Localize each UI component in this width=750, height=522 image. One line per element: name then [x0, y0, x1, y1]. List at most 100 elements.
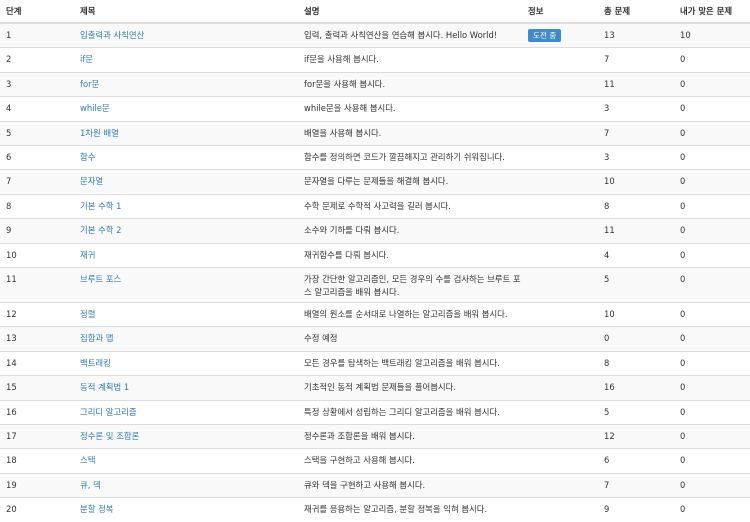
step-number: 8	[0, 193, 74, 219]
step-title-link[interactable]: 입출력과 사칙연산	[80, 30, 144, 40]
step-title-link[interactable]: 백트래킹	[80, 358, 111, 368]
step-info-cell	[522, 266, 598, 303]
table-row: 8 기본 수학 1 수학 문제로 수학적 사고력을 길러 봅시다. 8 0	[0, 193, 750, 219]
step-description: 수정 예정	[298, 326, 522, 352]
total-problems: 3	[598, 144, 674, 170]
step-title-link[interactable]: 브루트 포스	[80, 274, 121, 284]
step-title-link[interactable]: 분할 정복	[80, 504, 113, 514]
step-title-link[interactable]: 집합과 맵	[80, 333, 113, 343]
step-title-cell: 기본 수학 2	[74, 218, 298, 244]
total-problems: 5	[598, 266, 674, 303]
total-problems: 4	[598, 242, 674, 268]
step-title-cell: 동적 계획법 1	[74, 375, 298, 401]
step-number: 4	[0, 96, 74, 122]
header-desc: 설명	[298, 0, 522, 24]
table-row: 6 함수 함수를 정의하면 코드가 깔끔해지고 관리하기 쉬워집니다. 3 0	[0, 144, 750, 170]
step-number: 3	[0, 71, 74, 97]
step-description: 소수와 기하를 다뤄 봅시다.	[298, 218, 522, 244]
total-problems: 8	[598, 193, 674, 219]
step-title-cell: 그리디 알고리즘	[74, 399, 298, 425]
step-info-cell	[522, 218, 598, 244]
step-info-cell	[522, 96, 598, 122]
step-number: 20	[0, 497, 74, 522]
step-title-cell: 브루트 포스	[74, 266, 298, 303]
step-title-cell: 문자열	[74, 169, 298, 195]
total-problems: 9	[598, 497, 674, 522]
step-number: 6	[0, 144, 74, 170]
step-table: 단계 제목 설명 정보 총 문제 내가 맞은 문제 1 입출력과 사칙연산 입력, …	[0, 0, 750, 522]
step-title-link[interactable]: 그리디 알고리즘	[80, 407, 137, 417]
step-title-cell: 스택	[74, 448, 298, 474]
step-info-cell	[522, 448, 598, 474]
step-title-link[interactable]: 동적 계획법 1	[80, 382, 129, 392]
step-title-cell: for문	[74, 71, 298, 97]
header-row: 단계 제목 설명 정보 총 문제 내가 맞은 문제	[0, 0, 750, 24]
table-row: 17 정수론 및 조합론 정수론과 조합론을 배워 봅시다. 12 0	[0, 424, 750, 449]
step-info-cell	[522, 242, 598, 268]
step-title-link[interactable]: 재귀	[80, 250, 95, 260]
table-row: 10 재귀 재귀함수를 다뤄 봅시다. 4 0	[0, 242, 750, 268]
challenge-status-button[interactable]: 도전 중	[528, 29, 562, 42]
step-info-cell: 도전 중	[522, 22, 598, 48]
step-title-link[interactable]: 기본 수학 1	[80, 201, 121, 211]
step-title-link[interactable]: 1차원 배열	[80, 128, 119, 138]
header-info: 정보	[522, 0, 598, 24]
step-title-link[interactable]: 정수론 및 조합론	[80, 431, 139, 441]
total-problems: 3	[598, 96, 674, 122]
header-total: 총 문제	[598, 0, 674, 24]
step-title-link[interactable]: 큐, 덱	[80, 480, 101, 490]
step-number: 15	[0, 375, 74, 401]
step-number: 16	[0, 399, 74, 425]
solved-problems: 0	[674, 47, 750, 73]
step-info-cell	[522, 399, 598, 425]
table-row: 15 동적 계획법 1 기초적인 동적 계획법 문제들을 풀어봅시다. 16 0	[0, 375, 750, 401]
step-title-link[interactable]: 함수	[80, 152, 95, 162]
header-title: 제목	[74, 0, 298, 24]
step-description: 수학 문제로 수학적 사고력을 길러 봅시다.	[298, 193, 522, 219]
total-problems: 6	[598, 448, 674, 474]
solved-problems: 0	[674, 144, 750, 170]
step-number: 10	[0, 242, 74, 268]
step-number: 18	[0, 448, 74, 474]
step-description: 큐와 덱을 구현하고 사용해 봅시다.	[298, 472, 522, 498]
solved-problems: 0	[674, 120, 750, 146]
step-title-cell: 정수론 및 조합론	[74, 424, 298, 449]
step-info-cell	[522, 375, 598, 401]
step-title-link[interactable]: 문자열	[80, 176, 103, 186]
total-problems: 7	[598, 120, 674, 146]
step-title-link[interactable]: for문	[80, 79, 99, 89]
step-description: 스택을 구현하고 사용해 봅시다.	[298, 448, 522, 474]
step-description: while문을 사용해 봅시다.	[298, 96, 522, 122]
step-description: 재귀를 응용하는 알고리즘, 분할 정복을 익혀 봅시다.	[298, 497, 522, 522]
step-title-cell: 정렬	[74, 302, 298, 327]
solved-problems: 0	[674, 96, 750, 122]
step-title-link[interactable]: 스택	[80, 455, 95, 465]
solved-problems: 10	[674, 22, 750, 48]
solved-problems: 0	[674, 350, 750, 376]
table-row: 19 큐, 덱 큐와 덱을 구현하고 사용해 봅시다. 7 0	[0, 472, 750, 498]
step-description: 문자열을 다루는 문제들을 해결해 봅시다.	[298, 169, 522, 195]
table-row: 7 문자열 문자열을 다루는 문제들을 해결해 봅시다. 10 0	[0, 169, 750, 195]
step-title-link[interactable]: if문	[80, 54, 93, 64]
table-row: 2 if문 if문을 사용해 봅시다. 7 0	[0, 47, 750, 73]
solved-problems: 0	[674, 169, 750, 195]
table-row: 3 for문 for문을 사용해 봅시다. 11 0	[0, 71, 750, 97]
step-description: 가장 간단한 알고리즘인, 모든 경우의 수를 검사하는 브루트 포스 알고리즘…	[298, 266, 522, 303]
step-number: 17	[0, 424, 74, 449]
step-title-link[interactable]: 정렬	[80, 309, 95, 319]
table-row: 18 스택 스택을 구현하고 사용해 봅시다. 6 0	[0, 448, 750, 474]
total-problems: 7	[598, 472, 674, 498]
step-title-link[interactable]: 기본 수학 2	[80, 225, 121, 235]
step-info-cell	[522, 169, 598, 195]
step-number: 14	[0, 350, 74, 376]
step-description: 배열의 원소를 순서대로 나열하는 알고리즘을 배워 봅시다.	[298, 302, 522, 327]
header-solved: 내가 맞은 문제	[674, 0, 750, 24]
table-row: 11 브루트 포스 가장 간단한 알고리즘인, 모든 경우의 수를 검사하는 브루트…	[0, 266, 750, 303]
step-description: 입력, 출력과 사칙연산을 연습해 봅시다. Hello World!	[298, 22, 522, 48]
step-info-cell	[522, 47, 598, 73]
table-header: 단계 제목 설명 정보 총 문제 내가 맞은 문제	[0, 0, 750, 24]
step-number: 7	[0, 169, 74, 195]
step-info-cell	[522, 326, 598, 352]
step-info-cell	[522, 71, 598, 97]
step-title-link[interactable]: while문	[80, 103, 110, 113]
